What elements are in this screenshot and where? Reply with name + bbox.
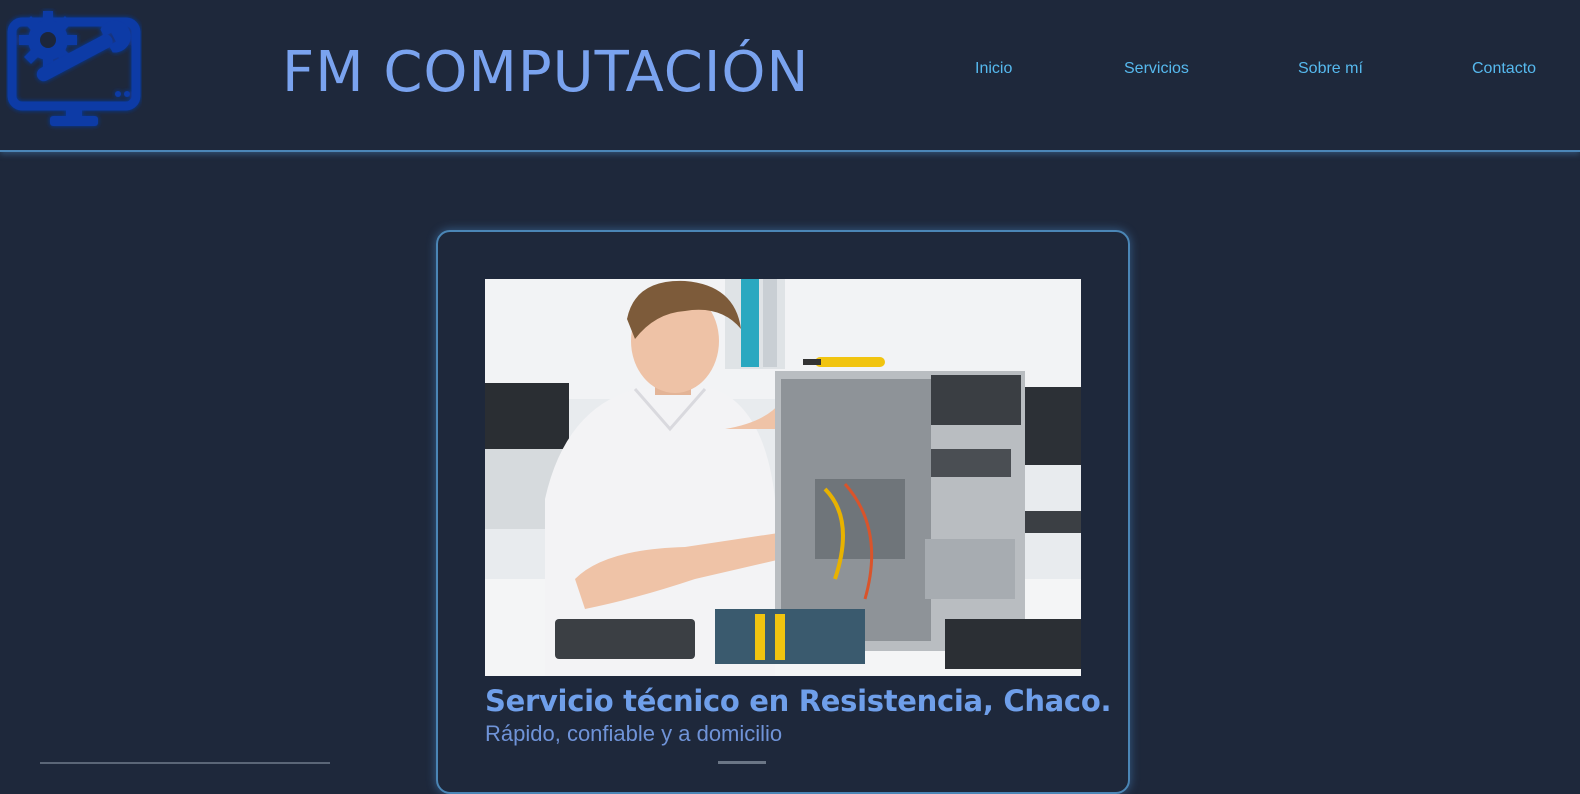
- monitor-gear-wrench-icon: [7, 11, 141, 126]
- hero-subtitle: Rápido, confiable y a domicilio: [485, 721, 783, 746]
- hero-card: Servicio técnico en Resistencia, Chaco. …: [436, 230, 1130, 794]
- nav-contacto[interactable]: Contacto: [1472, 60, 1536, 78]
- hero-image: [485, 279, 1081, 676]
- nav-inicio[interactable]: Inicio: [975, 60, 1012, 78]
- logo-icon[interactable]: [6, 8, 142, 132]
- scroll-indicator[interactable]: [718, 761, 766, 764]
- horizontal-scrollbar[interactable]: [40, 762, 330, 764]
- hero-title: Servicio técnico en Resistencia, Chaco.: [485, 684, 1112, 718]
- nav-servicios[interactable]: Servicios: [1124, 60, 1189, 78]
- site-title: FM COMPUTACIÓN: [282, 40, 810, 105]
- nav-sobre-mi[interactable]: Sobre mí: [1298, 60, 1363, 78]
- site-header: FM COMPUTACIÓN Inicio Servicios Sobre mí…: [0, 0, 1580, 152]
